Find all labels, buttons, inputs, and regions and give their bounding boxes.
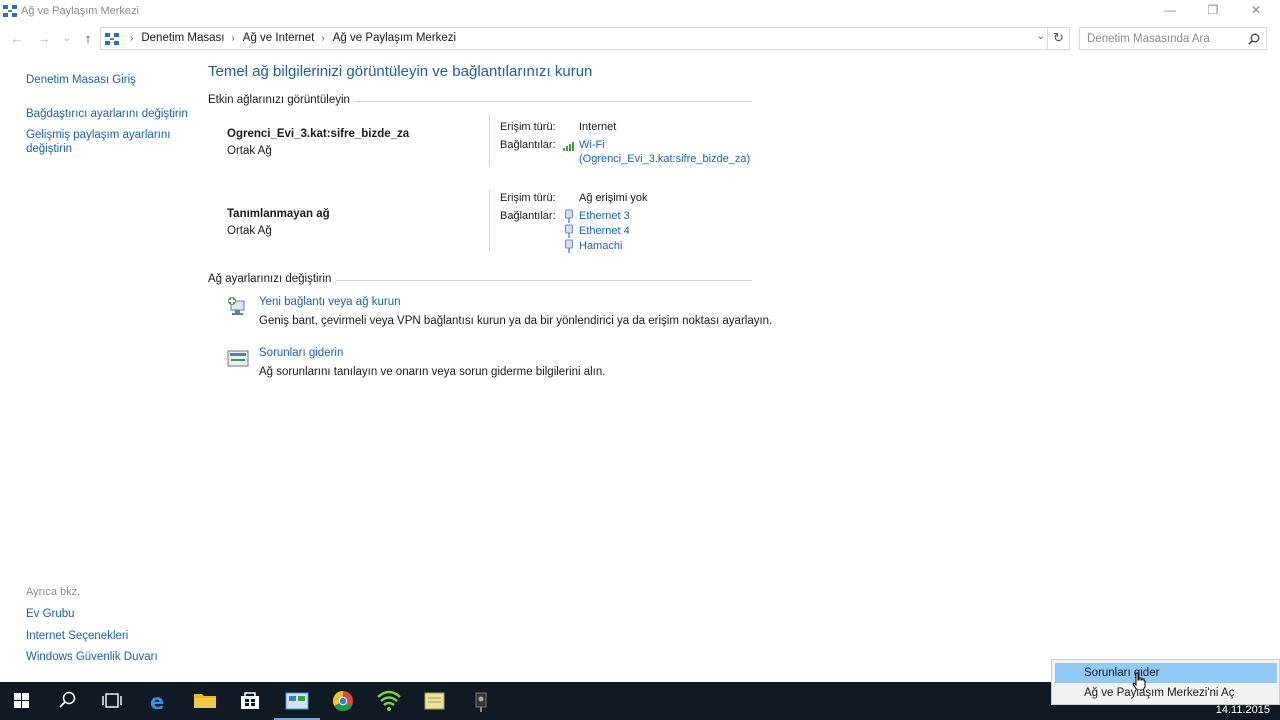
network-type-link[interactable]: Ortak Ağ	[227, 225, 272, 237]
back-button[interactable]: ←	[8, 30, 26, 48]
sidebar-item-internet-options[interactable]: Internet Seçenekleri	[26, 629, 191, 643]
access-type-label: Erişim türü:	[500, 192, 556, 204]
sidebar-item-homegroup[interactable]: Ev Grubu	[26, 607, 191, 621]
troubleshoot-icon	[227, 350, 249, 367]
ethernet-icon	[565, 209, 573, 223]
troubleshoot-menu-item[interactable]: Sorunları gider	[1055, 663, 1277, 683]
access-type-value: Internet	[579, 121, 617, 133]
network-context-menu: Sorunları gider Ağ ve Paylaşım Merkezi'n…	[1051, 659, 1280, 705]
forward-button[interactable]: →	[35, 30, 53, 48]
access-type-label: Erişim türü:	[500, 121, 556, 133]
control-panel-icon	[105, 33, 119, 45]
ethernet-icon	[565, 239, 573, 253]
new-connection-description: Geniş bant, çevirmeli veya VPN bağlantıs…	[259, 315, 773, 327]
network-divider	[489, 190, 490, 252]
sidebar-item-windows-firewall[interactable]: Windows Güvenlik Duvarı	[26, 650, 191, 664]
network-type-link[interactable]: Ortak Ağ	[227, 145, 272, 157]
wifi-signal-icon	[563, 142, 574, 151]
search-icon[interactable]	[1248, 33, 1260, 45]
search-placeholder: Denetim Masasında Ara	[1087, 33, 1210, 45]
breadcrumb-separator: ›	[321, 33, 325, 44]
title-bar: Ağ ve Paylaşım Merkezi — ❐ ✕	[0, 0, 1280, 24]
breadcrumb-separator: ›	[130, 33, 134, 44]
taskbar-clock[interactable]: 14.11.2015	[1216, 704, 1270, 716]
network-center-icon	[3, 5, 17, 17]
maximize-button[interactable]: ❐	[1191, 0, 1235, 22]
new-connection-link[interactable]: Yeni bağlantı veya ağ kurun	[259, 296, 401, 308]
address-bar[interactable]: › Denetim Masası › Ağ ve Internet › Ağ ve Pay…	[100, 27, 1070, 50]
sidebar: Denetim Masası Giriş Bağdaştırıcı ayarla…	[0, 52, 196, 682]
network-name: Tanımlanmayan ağ	[227, 208, 330, 220]
sidebar-item-control-panel-home[interactable]: Denetim Masası Giriş	[26, 73, 191, 87]
active-networks-title: Etkin ağlarınızı görüntüleyin	[208, 94, 355, 106]
search-box[interactable]: Denetim Masasında Ara	[1079, 27, 1267, 50]
change-settings-title: Ağ ayarlarınızı değiştirin	[208, 273, 337, 285]
troubleshoot-link[interactable]: Sorunları giderin	[259, 347, 343, 359]
sidebar-item-advanced-sharing-settings[interactable]: Gelişmiş paylaşım ayarlarını değiştirin	[26, 128, 191, 156]
access-type-value: Ağ erişimi yok	[579, 192, 648, 204]
connections-label: Bağlantılar:	[500, 210, 556, 222]
notes-icon[interactable]	[412, 682, 458, 720]
breadcrumb: › Denetim Masası › Ağ ve Internet › Ağ ve Pay…	[123, 32, 456, 44]
network-name: Ogrenci_Evi_3.kat:sifre_bizde_za	[227, 128, 410, 140]
chrome-icon[interactable]	[320, 682, 366, 720]
recent-locations-button[interactable]: ⌄	[58, 30, 76, 48]
hamachi-link[interactable]: Hamachi	[579, 240, 622, 252]
up-button[interactable]: ↑	[79, 30, 97, 48]
hand-cursor-icon	[1132, 672, 1146, 690]
windows-start-icon[interactable]	[0, 682, 46, 720]
connections-label: Bağlantılar:	[500, 139, 556, 151]
network-divider	[489, 115, 490, 167]
navigation-bar: ← → ⌄ ↑ › Denetim Masası › Ağ ve Internet › A…	[0, 26, 1280, 52]
window-title: Ağ ve Paylaşım Merkezi	[21, 5, 139, 17]
breadcrumb-network-internet[interactable]: Ağ ve Internet	[243, 32, 315, 44]
address-dropdown-button[interactable]: ⌄	[1037, 31, 1045, 42]
task-view-icon[interactable]	[90, 682, 136, 720]
breadcrumb-separator: ›	[231, 33, 235, 44]
sidebar-item-change-adapter-settings[interactable]: Bağdaştırıcı ayarlarını değiştirin	[26, 107, 191, 121]
page-title: Temel ağ bilgilerinizi görüntüleyin ve b…	[208, 63, 593, 80]
new-connection-icon	[228, 297, 245, 315]
open-network-center-menu-item[interactable]: Ağ ve Paylaşım Merkezi'ni Aç	[1055, 683, 1277, 703]
wifi-connection-ssid-link[interactable]: (Ogrenci_Evi_3.kat:sifre_bizde_za)	[579, 153, 750, 165]
file-explorer-icon[interactable]	[182, 682, 228, 720]
see-also-label: Ayrıca bkz.	[26, 586, 81, 598]
minimize-button[interactable]: —	[1148, 0, 1192, 22]
ethernet-3-link[interactable]: Ethernet 3	[579, 210, 630, 222]
breadcrumb-network-sharing-center[interactable]: Ağ ve Paylaşım Merkezi	[333, 32, 456, 44]
search-icon[interactable]	[44, 682, 90, 720]
troubleshoot-description: Ağ sorunlarını tanılayın ve onarın veya …	[259, 366, 606, 378]
ethernet-icon	[565, 224, 573, 238]
wifi-app-icon[interactable]	[366, 682, 412, 720]
ethernet-4-link[interactable]: Ethernet 4	[579, 225, 630, 237]
refresh-button[interactable]: ↻	[1047, 28, 1069, 49]
breadcrumb-control-panel[interactable]: Denetim Masası	[141, 32, 224, 44]
close-button[interactable]: ✕	[1234, 0, 1278, 22]
wifi-connection-link[interactable]: Wi-Fi	[579, 139, 605, 151]
svg-text:e: e	[150, 690, 164, 714]
store-icon[interactable]	[228, 682, 274, 720]
control-panel-icon[interactable]	[274, 682, 320, 720]
edge-icon[interactable]: e	[136, 682, 182, 720]
media-icon[interactable]	[458, 682, 504, 720]
